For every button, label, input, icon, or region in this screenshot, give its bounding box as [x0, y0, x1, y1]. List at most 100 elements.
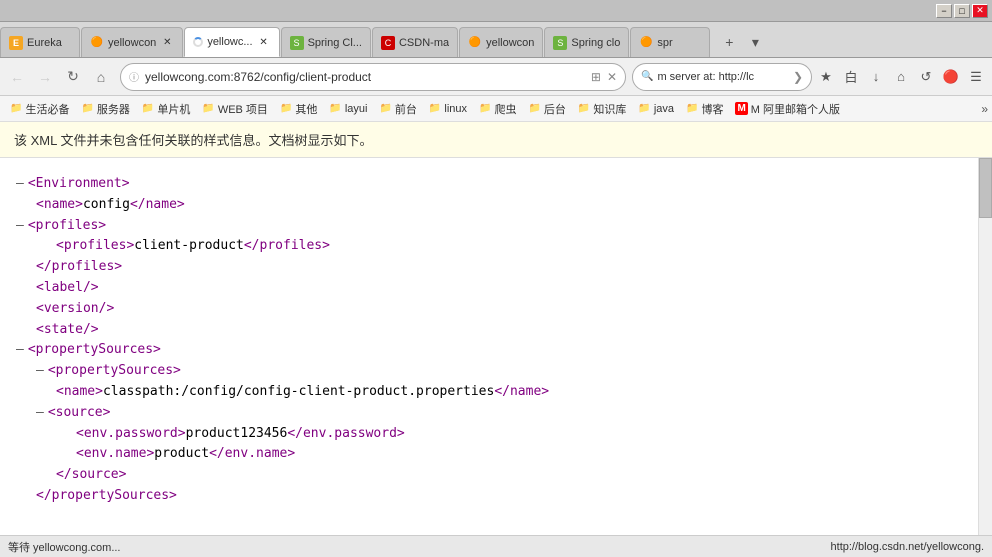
bookmark-icon-3: 📁 — [202, 103, 214, 114]
tab-csdn[interactable]: CCSDN-ma — [372, 27, 458, 57]
new-tab-button[interactable]: + — [717, 30, 741, 54]
tabs-container: EEureka🟠yellowcon✕yellowc...✕SSpring Cl.… — [0, 22, 711, 57]
tab-favicon-spring-clo2: S — [553, 36, 567, 50]
tab-favicon-spring-cloud: S — [290, 36, 304, 50]
bookmark-label-4: 其他 — [295, 101, 317, 117]
collapse-icon-11[interactable]: – — [36, 403, 44, 424]
xml-line-12: <env.password>product123456 </env.passwo… — [16, 424, 976, 445]
xml-line-8: – <propertySources> — [16, 340, 976, 361]
address-clear-icon[interactable]: ✕ — [607, 70, 617, 84]
navbar: ← → ↻ ⌂ ⓘ yellowcong.com:8762/config/cli… — [0, 58, 992, 96]
tab-spr[interactable]: 🟠 spr — [630, 27, 710, 57]
tab-yellowcong3[interactable]: 🟠yellowcon — [459, 27, 543, 57]
bookmark-item-10[interactable]: 📁知识库 — [572, 99, 632, 119]
bookmark-item-9[interactable]: 📁后台 — [522, 99, 571, 119]
bookmark-label-8: 爬虫 — [494, 101, 516, 117]
tab-label-spr: spr — [657, 37, 701, 49]
maximize-button[interactable]: □ — [954, 4, 970, 18]
sync-button[interactable]: ↺ — [914, 65, 938, 89]
tab-close-yellowcong1[interactable]: ✕ — [160, 36, 174, 50]
address-bar[interactable]: ⓘ yellowcong.com:8762/config/client-prod… — [120, 63, 626, 91]
collapse-icon-8[interactable]: – — [16, 340, 24, 361]
bookmark-label-6: 前台 — [395, 101, 417, 117]
search-icon: 🔍 — [641, 71, 653, 82]
address-text: yellowcong.com:8762/config/client-produc… — [145, 70, 585, 84]
bookmark-item-6[interactable]: 📁 前台 — [373, 99, 422, 119]
collapse-icon-0[interactable]: – — [16, 174, 24, 195]
bookmark-item-0[interactable]: 📁生活必备 — [4, 99, 75, 119]
search-text: m server at: http://lc — [657, 71, 788, 83]
home-button[interactable]: ⌂ — [88, 64, 114, 90]
tab-label-yellowcong1: yellowcon — [108, 37, 156, 49]
bookmarks-more-button[interactable]: » — [981, 102, 988, 116]
info-bar: 该 XML 文件并未包含任何关联的样式信息。文档树显示如下。 — [0, 122, 992, 158]
bookmark-label-11: java — [654, 103, 674, 115]
close-button[interactable]: ✕ — [972, 4, 988, 18]
xml-line-15: </propertySources> — [16, 486, 976, 507]
bookmark-item-13[interactable]: M M 阿里邮箱个人版 — [729, 99, 846, 119]
xml-line-2: – <profiles> — [16, 216, 976, 237]
xml-line-9: – <propertySources> — [16, 361, 976, 382]
tab-label-csdn: CSDN-ma — [399, 37, 449, 49]
xml-content: – <Environment><name>config</name>– <pro… — [16, 174, 976, 507]
tab-label-yellowcong2: yellowc... — [207, 36, 252, 48]
bookmark-icon-13: M — [735, 102, 747, 115]
search-arrow-icon[interactable]: ❯ — [793, 70, 803, 84]
bookmark-label-0: 生活必备 — [25, 101, 69, 117]
tab-yellowcong1[interactable]: 🟠 yellowcon ✕ — [81, 27, 183, 57]
minimize-button[interactable]: − — [936, 4, 952, 18]
tab-spring-cloud[interactable]: S Spring Cl... — [281, 27, 371, 57]
collapse-icon-2[interactable]: – — [16, 216, 24, 237]
bookmark-icon-6: 📁 — [379, 103, 391, 114]
bookmark-item-12[interactable]: 📁博客 — [680, 99, 729, 119]
tab-more-button[interactable]: ▾ — [743, 30, 767, 54]
address-lock-icon: ⓘ — [129, 69, 139, 84]
menu-icon-red[interactable]: 🔴 — [939, 65, 963, 89]
bookmark-item-1[interactable]: 📁 服务器 — [75, 99, 135, 119]
xml-line-6: <version/> — [16, 299, 976, 320]
back-button[interactable]: ← — [4, 64, 30, 90]
info-text: 该 XML 文件并未包含任何关联的样式信息。文档树显示如下。 — [14, 133, 372, 148]
bookmark-icon-9: 📁 — [528, 103, 540, 114]
bookmark-icon-0: 📁 — [10, 103, 22, 114]
bookmark-icon-4: 📁 — [280, 103, 292, 114]
refresh-button[interactable]: ↻ — [60, 64, 86, 90]
tab-label-eureka: Eureka — [27, 37, 71, 49]
bookmark-item-2[interactable]: 📁单片机 — [136, 99, 196, 119]
bookmark-label-13: M 阿里邮箱个人版 — [751, 101, 840, 117]
reading-mode-button[interactable]: 白 — [839, 65, 863, 89]
bookmark-item-3[interactable]: 📁 WEB 项目 — [196, 99, 274, 119]
tab-spring-clo2[interactable]: SSpring clo — [544, 27, 629, 57]
tab-label-spring-cloud: Spring Cl... — [308, 37, 362, 49]
scrollbar-track[interactable] — [978, 158, 992, 535]
download-button[interactable]: ↓ — [864, 65, 888, 89]
tab-label-yellowcong3: yellowcon — [486, 37, 534, 49]
search-bar[interactable]: 🔍 m server at: http://lc ❯ — [632, 63, 812, 91]
bookmark-label-1: 服务器 — [97, 101, 130, 117]
bookmark-icon-1: 📁 — [81, 103, 93, 114]
tab-bar: EEureka🟠yellowcon✕yellowc...✕SSpring Cl.… — [0, 22, 992, 58]
tab-yellowcong2[interactable]: yellowc... ✕ — [184, 27, 279, 57]
xml-line-0: – <Environment> — [16, 174, 976, 195]
scrollbar-thumb[interactable] — [979, 158, 992, 218]
settings-button[interactable]: ☰ — [964, 65, 988, 89]
bookmark-item-7[interactable]: 📁linux — [423, 101, 473, 117]
tab-favicon-spr: 🟠 — [639, 36, 653, 50]
bookmark-icon-5: 📁 — [329, 103, 341, 114]
homepage-button[interactable]: ⌂ — [889, 65, 913, 89]
bookmark-item-4[interactable]: 📁其他 — [274, 99, 323, 119]
bookmark-icon-2: 📁 — [142, 103, 154, 114]
bookmark-item-5[interactable]: 📁layui — [323, 101, 373, 117]
xml-line-5: <label/> — [16, 278, 976, 299]
favorites-button[interactable]: ★ — [814, 65, 838, 89]
address-qr-icon[interactable]: ⊞ — [591, 70, 601, 84]
bookmark-item-8[interactable]: 📁爬虫 — [473, 99, 522, 119]
forward-button[interactable]: → — [32, 64, 58, 90]
bookmark-label-2: 单片机 — [157, 101, 190, 117]
collapse-icon-9[interactable]: – — [36, 361, 44, 382]
bookmark-item-11[interactable]: 📁java — [632, 101, 680, 117]
bookmark-label-3: WEB 项目 — [218, 101, 268, 117]
tab-close-yellowcong2[interactable]: ✕ — [257, 35, 271, 49]
tab-favicon-yellowcong1: 🟠 — [90, 36, 104, 50]
tab-eureka[interactable]: EEureka — [0, 27, 80, 57]
